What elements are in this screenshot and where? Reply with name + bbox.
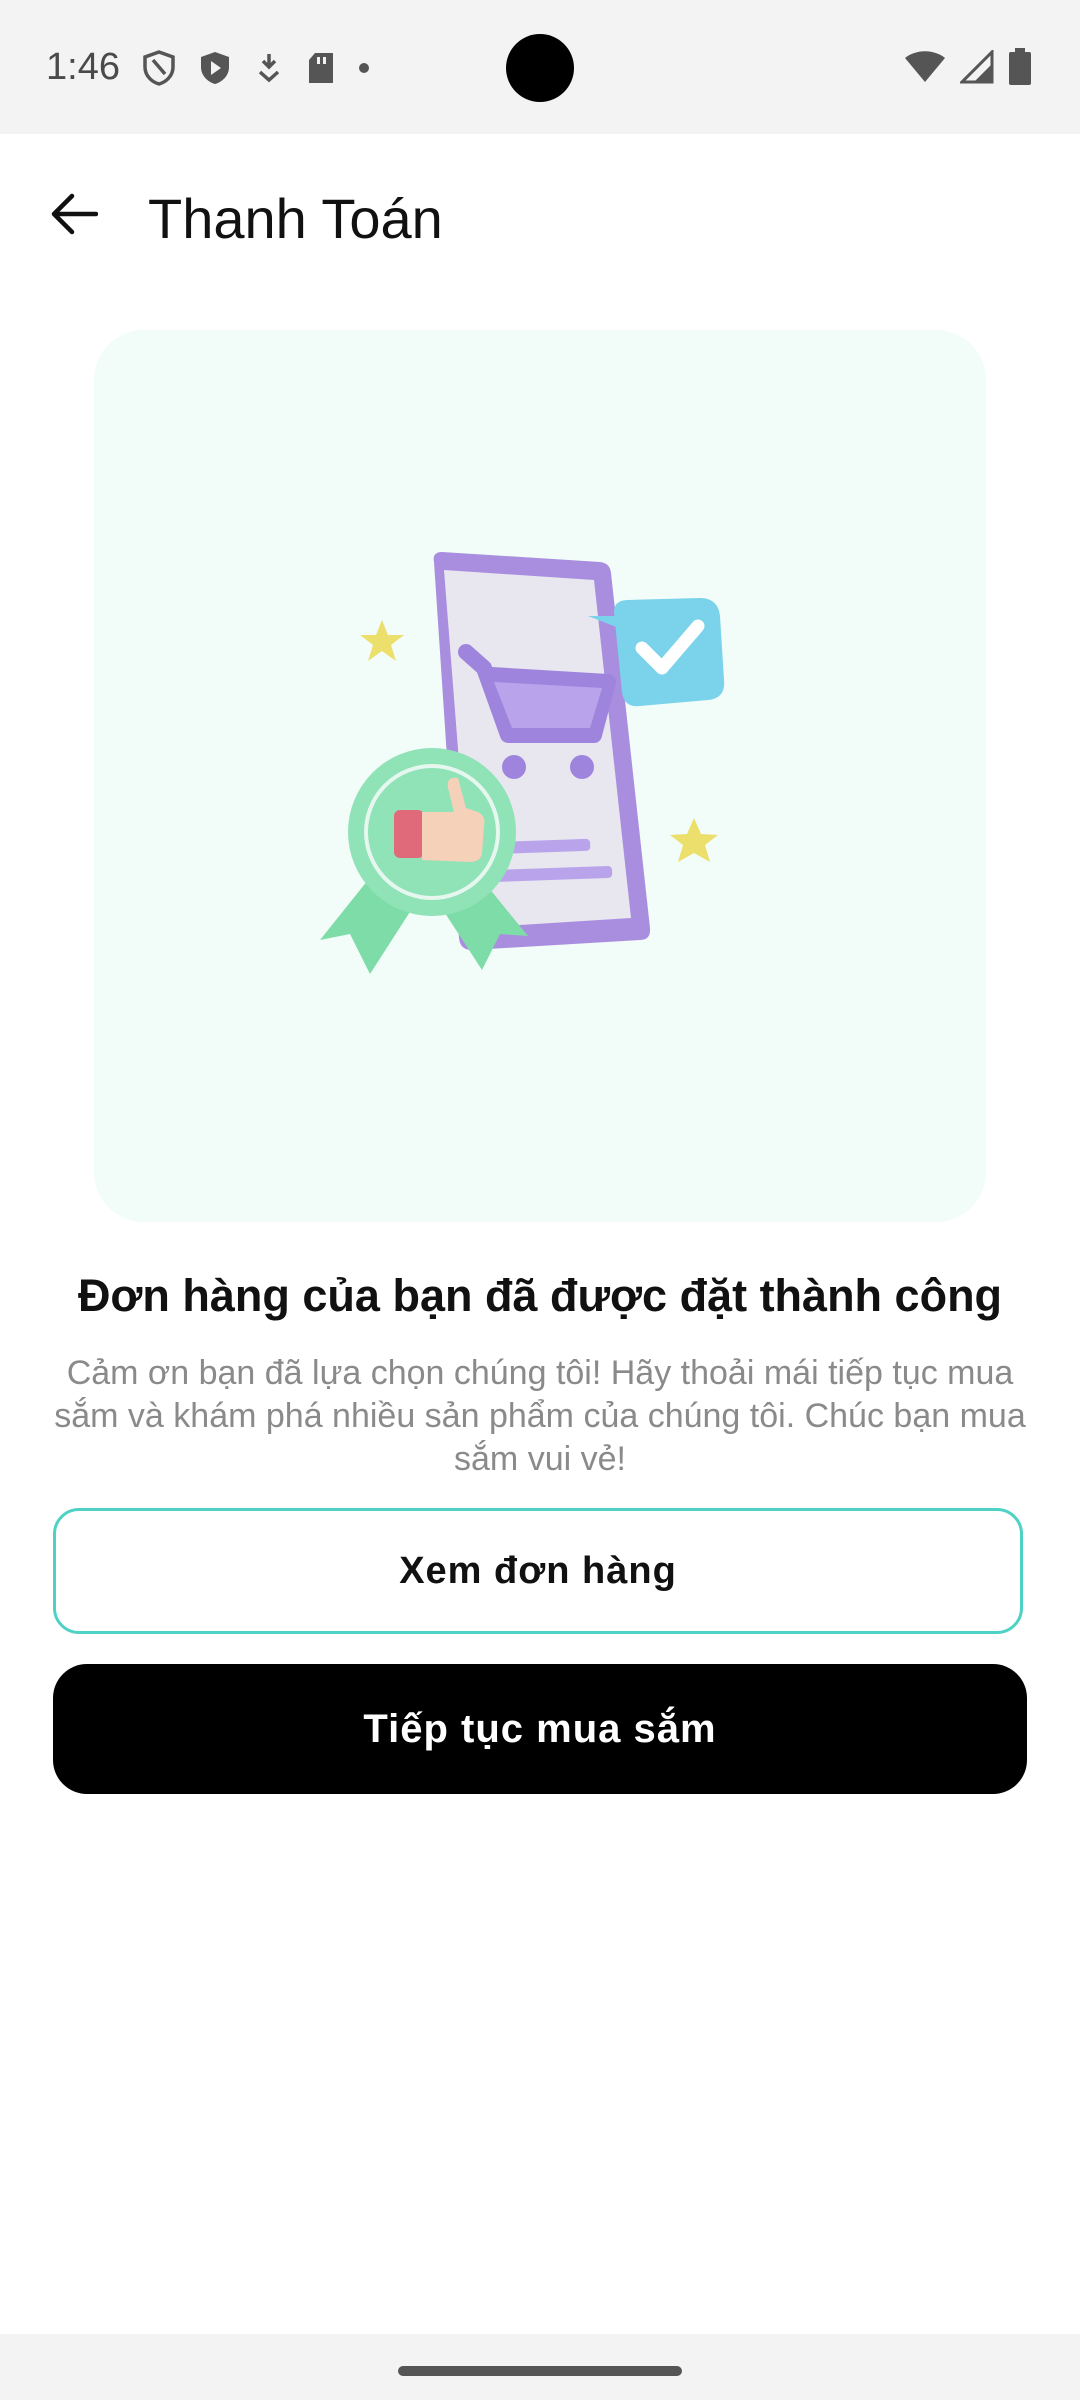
shield-outline-icon xyxy=(142,50,176,86)
download-icon xyxy=(254,51,284,85)
continue-shopping-button[interactable]: Tiếp tục mua sắm xyxy=(53,1664,1027,1794)
page-title: Thanh Toán xyxy=(148,187,443,250)
home-indicator[interactable] xyxy=(398,2366,682,2376)
status-bar: 1:46 xyxy=(0,0,1080,134)
status-system-icons xyxy=(904,48,1032,91)
app-bar: Thanh Toán xyxy=(0,134,1080,306)
sd-card-icon xyxy=(306,51,336,85)
back-button[interactable] xyxy=(38,180,110,252)
shield-play-icon xyxy=(198,50,232,86)
order-success-illustration xyxy=(94,330,986,1222)
camera-cutout xyxy=(506,34,574,102)
success-description: Cảm ơn bạn đã lựa chọn chúng tôi! Hãy th… xyxy=(54,1354,1026,1478)
star-right-icon xyxy=(670,818,718,862)
status-time: 1:46 xyxy=(46,46,120,88)
arrow-back-icon xyxy=(50,192,99,241)
status-notification-icons xyxy=(142,50,370,86)
system-navigation-bar xyxy=(0,2334,1080,2400)
battery-icon xyxy=(1008,48,1032,91)
star-left-icon xyxy=(360,620,404,661)
view-order-button[interactable]: Xem đơn hàng xyxy=(53,1508,1023,1634)
wifi-icon xyxy=(904,50,946,89)
more-notifications-dot-icon xyxy=(358,62,370,74)
success-headline: Đơn hàng của bạn đã được đặt thành công xyxy=(77,1270,1003,1321)
cellular-signal-icon xyxy=(958,48,994,89)
screen: 1:46 Thanh Toán Đơn hàng của bạn đã được… xyxy=(0,0,1080,2400)
